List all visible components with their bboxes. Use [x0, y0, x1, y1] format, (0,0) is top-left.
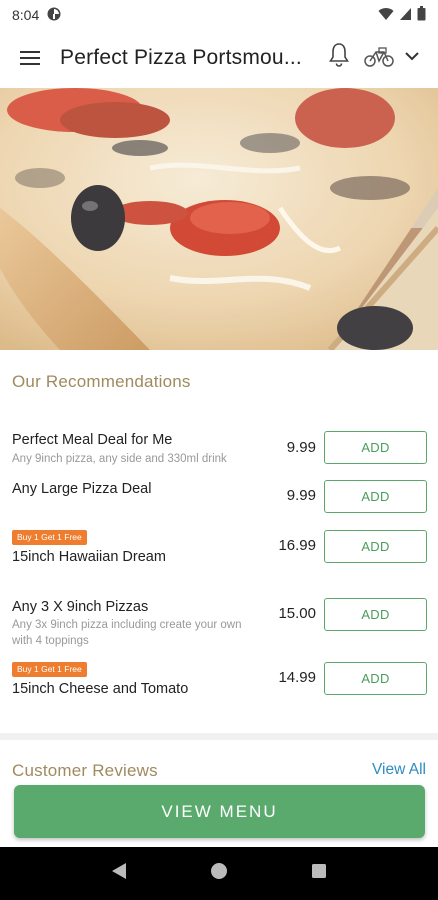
home-icon[interactable]: [210, 862, 228, 885]
back-icon[interactable]: [111, 862, 127, 885]
app-bar: Perfect Pizza Portsmou...: [0, 30, 438, 86]
section-divider: [0, 733, 438, 740]
recommendations-heading: Our Recommendations: [12, 372, 191, 391]
signal-icon: [399, 7, 412, 24]
add-button[interactable]: ADD: [324, 662, 427, 695]
item-description: Any 9inch pizza, any side and 330ml drin…: [12, 453, 227, 465]
app-notification-icon: [47, 7, 61, 24]
item-name: 15inch Cheese and Tomato: [12, 681, 189, 697]
item-name: 15inch Hawaiian Dream: [12, 549, 166, 565]
add-button[interactable]: ADD: [324, 431, 427, 464]
bicycle-icon[interactable]: [364, 42, 394, 72]
item-price: 14.99: [278, 669, 316, 686]
hero-pizza-image: [0, 88, 438, 350]
recents-icon[interactable]: [311, 863, 327, 884]
battery-icon: [417, 6, 426, 24]
item-name: Any 3 X 9inch Pizzas: [12, 599, 149, 615]
chevron-down-icon[interactable]: [402, 44, 422, 68]
status-bar: 8:04: [0, 0, 438, 30]
promo-badge: Buy 1 Get 1 Free: [12, 662, 87, 677]
add-button[interactable]: ADD: [324, 480, 427, 513]
item-name: Perfect Meal Deal for Me: [12, 432, 173, 448]
wifi-icon: [378, 7, 394, 24]
add-button[interactable]: ADD: [324, 530, 427, 563]
page-title: Perfect Pizza Portsmou...: [60, 46, 302, 69]
status-time: 8:04: [12, 7, 40, 23]
view-menu-button[interactable]: VIEW MENU: [14, 785, 425, 838]
item-name: Any Large Pizza Deal: [12, 481, 152, 497]
system-nav-bar: [0, 847, 438, 900]
promo-badge: Buy 1 Get 1 Free: [12, 530, 87, 545]
add-button[interactable]: ADD: [324, 598, 427, 631]
item-price: 15.00: [278, 605, 316, 622]
view-all-link[interactable]: View All: [372, 761, 426, 779]
hamburger-menu-icon[interactable]: [0, 30, 60, 86]
item-price: 9.99: [286, 439, 316, 456]
item-price: 9.99: [286, 487, 316, 504]
item-price: 16.99: [278, 537, 316, 554]
item-description: Any 3x 9inch pizza including create your…: [12, 619, 242, 647]
bell-icon[interactable]: [326, 40, 352, 70]
reviews-heading: Customer Reviews: [12, 761, 158, 780]
